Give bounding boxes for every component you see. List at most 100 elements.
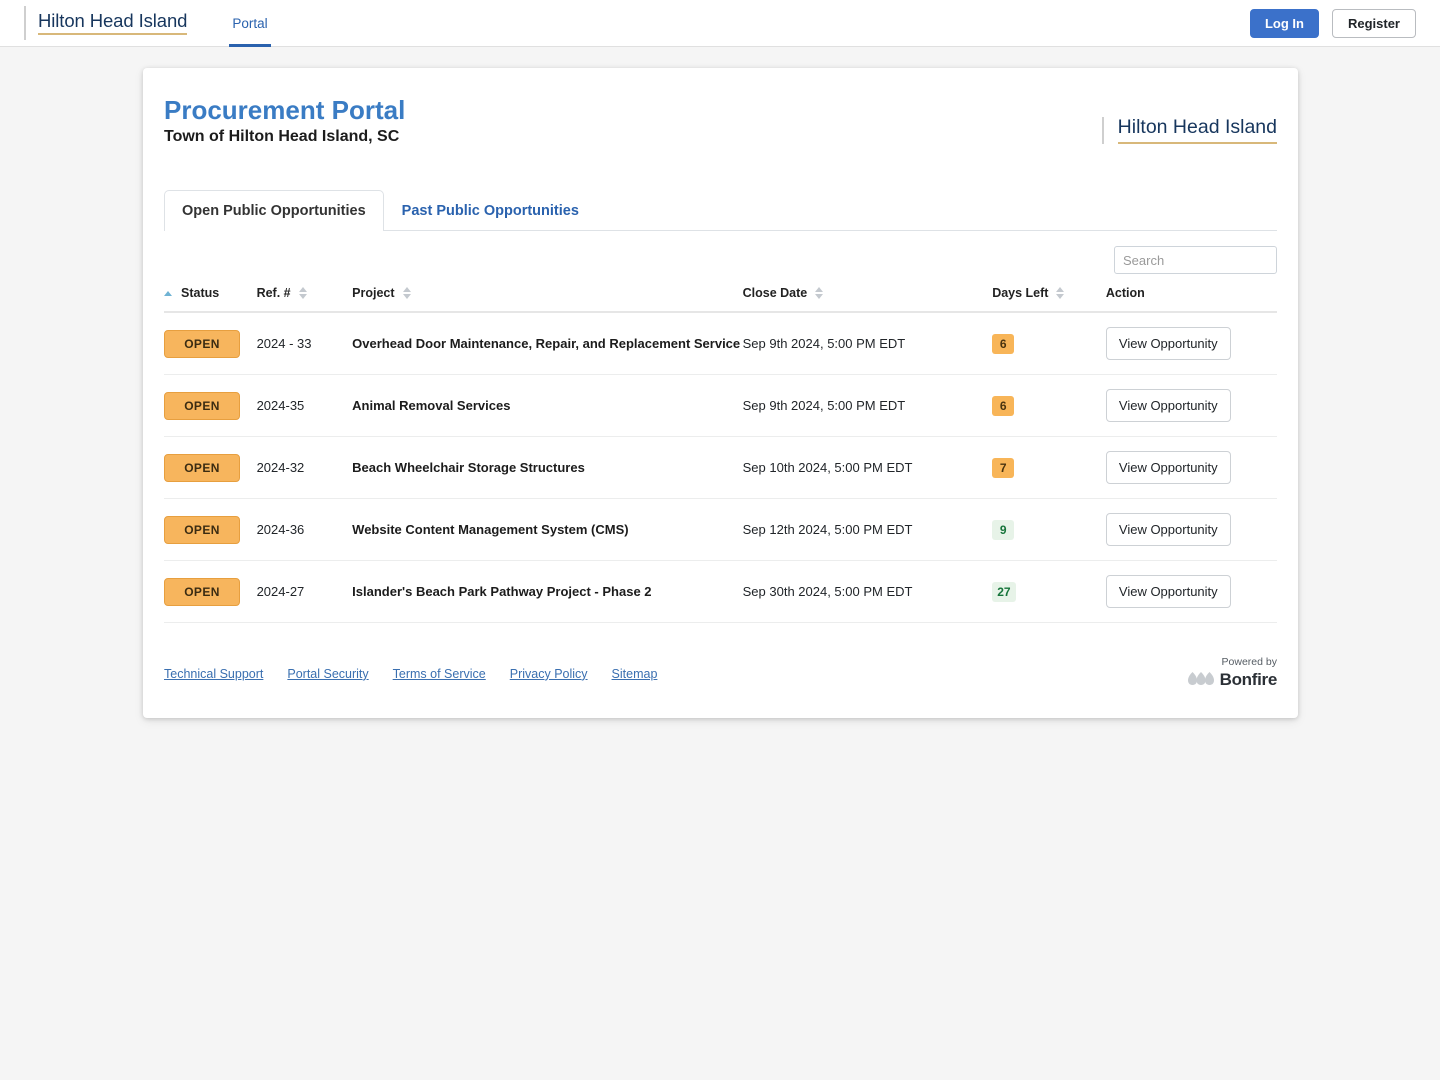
page-heading-block: Procurement Portal Town of Hilton Head I… [164, 95, 405, 146]
cell-days-left: 27 [992, 560, 1106, 624]
close-date: Sep 12th 2024, 5:00 PM EDT [742, 522, 913, 538]
cell-action: View Opportunity [1105, 374, 1277, 438]
tab-past-public-opportunities-label: Past Public Opportunities [401, 203, 579, 220]
table-body: OPEN 2024 - 33 Overhead Door Maintenance, … [164, 312, 1277, 624]
opportunities-table: Status Ref. # Project Close Date Days Le… [164, 286, 1277, 624]
cell-ref: 2024-36 [256, 498, 353, 562]
cell-project: Website Content Management System (CMS) [352, 498, 743, 562]
cell-ref: 2024 - 33 [256, 312, 353, 376]
register-button[interactable]: Register [1331, 9, 1416, 38]
table-row: OPEN 2024-36 Website Content Management Sy… [164, 498, 1277, 562]
cell-project: Animal Removal Services [352, 374, 743, 438]
column-header-project[interactable]: Project [352, 286, 743, 314]
ref-number: 2024-27 [256, 584, 305, 600]
project-title: Animal Removal Services [352, 398, 511, 414]
cell-days-left: 6 [992, 312, 1106, 376]
cell-action: View Opportunity [1105, 436, 1277, 500]
footer-link-technical-support[interactable]: Technical Support [164, 667, 263, 681]
ref-number: 2024 - 33 [256, 336, 312, 352]
tab-open-public-opportunities[interactable]: Open Public Opportunities [164, 190, 384, 232]
cell-status: OPEN [164, 374, 257, 438]
table-row: OPEN 2024-32 Beach Wheelchair Storage Stru… [164, 436, 1277, 500]
days-left-badge: 27 [992, 581, 1016, 602]
footer-link-privacy-policy[interactable]: Privacy Policy [510, 667, 588, 681]
powered-by: Powered by Bonfire [1187, 657, 1277, 691]
view-opportunity-button[interactable]: View Opportunity [1105, 575, 1231, 609]
sort-toggle-icon [402, 287, 412, 300]
column-header-close-date-label: Close Date [742, 286, 808, 301]
ref-number: 2024-36 [256, 522, 305, 538]
cell-project: Beach Wheelchair Storage Structures [352, 436, 743, 500]
nav-item-portal[interactable]: Portal [229, 0, 271, 47]
cell-action: View Opportunity [1105, 560, 1277, 624]
table-row: OPEN 2024 - 33 Overhead Door Maintenance, … [164, 312, 1277, 376]
portal-card: Procurement Portal Town of Hilton Head I… [143, 68, 1298, 719]
footer-link-portal-security[interactable]: Portal Security [287, 667, 368, 681]
days-left-badge: 6 [992, 395, 1015, 416]
cell-close-date: Sep 9th 2024, 5:00 PM EDT [742, 374, 993, 438]
cell-status: OPEN [164, 560, 257, 624]
sort-toggle-icon [298, 287, 308, 300]
column-header-project-label: Project [352, 286, 395, 301]
column-header-status[interactable]: Status [164, 286, 257, 314]
column-header-ref[interactable]: Ref. # [256, 286, 353, 314]
cell-days-left: 7 [992, 436, 1106, 500]
sort-toggle-icon [1056, 287, 1065, 300]
view-opportunity-button[interactable]: View Opportunity [1105, 513, 1231, 547]
status-badge: OPEN [164, 391, 240, 420]
cell-close-date: Sep 9th 2024, 5:00 PM EDT [742, 312, 993, 376]
days-left-badge: 9 [992, 519, 1015, 540]
topbar-actions: Log In Register [1249, 0, 1416, 47]
site-logo-underline [38, 33, 188, 35]
cell-status: OPEN [164, 312, 257, 376]
cell-ref: 2024-32 [256, 436, 353, 500]
cell-close-date: Sep 12th 2024, 5:00 PM EDT [742, 498, 993, 562]
cell-ref: 2024-35 [256, 374, 353, 438]
log-in-button[interactable]: Log In [1249, 9, 1319, 38]
organization-logo-text: Hilton Head Island [1117, 116, 1277, 138]
tab-past-public-opportunities[interactable]: Past Public Opportunities [384, 190, 597, 231]
tab-open-public-opportunities-label: Open Public Opportunities [182, 203, 366, 220]
close-date: Sep 9th 2024, 5:00 PM EDT [742, 398, 906, 414]
cell-action: View Opportunity [1105, 498, 1277, 562]
sort-ascending-icon [164, 290, 173, 296]
site-logo-text: Hilton Head Island [38, 10, 188, 32]
card-footer: Technical Support Portal Security Terms of… [164, 623, 1277, 718]
table-header-row: Status Ref. # Project Close Date Days Le… [164, 286, 1277, 314]
search-input[interactable] [1114, 246, 1277, 275]
footer-link-sitemap[interactable]: Sitemap [612, 667, 658, 681]
table-row: OPEN 2024-27 Islander's Beach Park Pathway… [164, 560, 1277, 624]
table-toolbar [164, 231, 1277, 275]
bonfire-logo-icon [1187, 671, 1214, 691]
cell-project: Islander's Beach Park Pathway Project - … [352, 560, 743, 624]
site-logo[interactable]: Hilton Head Island [24, 6, 187, 40]
view-opportunity-button[interactable]: View Opportunity [1105, 389, 1231, 423]
project-title: Website Content Management System (CMS) [352, 522, 629, 538]
page-subtitle: Town of Hilton Head Island, SC [164, 128, 400, 146]
column-header-action: Action [1105, 286, 1277, 314]
ref-number: 2024-32 [256, 460, 305, 476]
cell-action: View Opportunity [1105, 312, 1277, 376]
cell-close-date: Sep 10th 2024, 5:00 PM EDT [742, 436, 993, 500]
cell-days-left: 6 [992, 374, 1106, 438]
ref-number: 2024-35 [256, 398, 305, 414]
table-header: Status Ref. # Project Close Date Days Le… [164, 286, 1277, 314]
view-opportunity-button[interactable]: View Opportunity [1105, 451, 1231, 485]
primary-nav: Portal [229, 0, 271, 47]
status-badge: OPEN [164, 329, 240, 358]
status-badge: OPEN [164, 577, 240, 606]
view-opportunity-button[interactable]: View Opportunity [1105, 327, 1231, 361]
card-header: Procurement Portal Town of Hilton Head I… [164, 68, 1277, 146]
nav-item-portal-label: Portal [232, 15, 268, 31]
close-date: Sep 9th 2024, 5:00 PM EDT [742, 336, 906, 352]
project-title: Beach Wheelchair Storage Structures [352, 460, 585, 476]
column-header-action-label: Action [1105, 286, 1145, 301]
column-header-close-date[interactable]: Close Date [742, 286, 993, 314]
column-header-days-left[interactable]: Days Left [992, 286, 1106, 314]
footer-link-terms-of-service[interactable]: Terms of Service [393, 667, 486, 681]
opportunity-tabs: Open Public Opportunities Past Public Op… [164, 190, 1277, 232]
cell-project: Overhead Door Maintenance, Repair, and R… [352, 312, 743, 376]
status-badge: OPEN [164, 515, 240, 544]
cell-status: OPEN [164, 498, 257, 562]
column-header-days-left-label: Days Left [992, 286, 1049, 301]
